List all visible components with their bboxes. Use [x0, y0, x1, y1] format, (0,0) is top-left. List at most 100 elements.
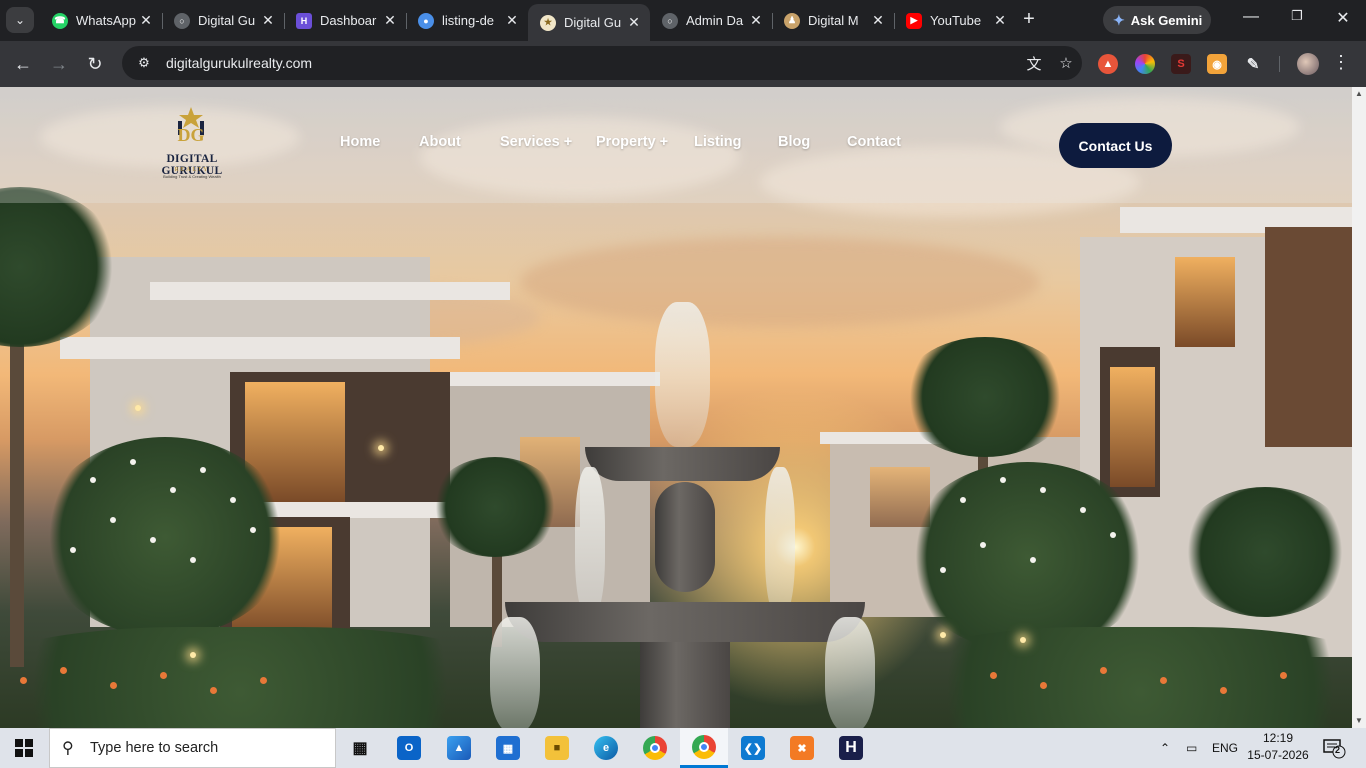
url-text[interactable]: digitalgurukulrealty.com	[166, 55, 1018, 71]
gemini-sparkle-icon: ✦	[1113, 11, 1125, 28]
nav-services[interactable]: Services +	[500, 134, 572, 150]
tab-digital-gurukul-active[interactable]: ★ Digital Gu ✕	[528, 4, 650, 41]
new-tab-button[interactable]: +	[1018, 9, 1040, 31]
arrow-right-icon: →	[50, 54, 68, 74]
taskbar-store[interactable]: ▦	[484, 728, 532, 768]
ask-gemini-button[interactable]: ✦ Ask Gemini	[1103, 6, 1211, 34]
tab-search-button[interactable]: ⌄	[6, 7, 34, 33]
windows-logo-icon	[15, 739, 33, 757]
close-icon[interactable]: ✕	[870, 12, 886, 29]
profile-avatar[interactable]	[1297, 53, 1319, 75]
taskbar-chrome[interactable]	[631, 728, 679, 768]
site-header: DG DIGITAL GURUKUL REALTY Building Trust…	[0, 87, 1352, 203]
h-app-icon: H	[839, 736, 863, 760]
language-indicator[interactable]: ENG	[1212, 728, 1240, 768]
tab-youtube[interactable]: ▶ YouTube ✕	[894, 4, 1016, 37]
notification-icon	[1323, 739, 1346, 759]
folder-icon: ■	[545, 736, 569, 760]
listing-icon: ●	[418, 12, 434, 29]
nav-property[interactable]: Property +	[596, 134, 668, 150]
chevron-down-icon: ⌄	[14, 13, 26, 27]
close-icon[interactable]: ✕	[748, 12, 764, 29]
close-window-button[interactable]: ✕	[1323, 8, 1363, 28]
extension-color-picker-icon[interactable]	[1135, 54, 1155, 74]
vscode-icon: ❮❯	[741, 736, 765, 760]
tab-digital-gurukul-1[interactable]: ○ Digital Gu ✕	[162, 4, 284, 37]
h-logo-icon: H	[296, 12, 312, 29]
nav-blog[interactable]: Blog	[778, 134, 810, 150]
page-scrollbar[interactable]: ▲ ▼	[1352, 87, 1366, 728]
tab-admin-dashboard[interactable]: ○ Admin Da ✕	[650, 4, 772, 37]
taskbar-file-explorer[interactable]: ■	[533, 728, 581, 768]
forward-button[interactable]: →	[47, 52, 71, 76]
restore-icon: ❐	[1291, 8, 1303, 23]
tab-dashboard[interactable]: H Dashboar ✕	[284, 4, 406, 37]
photos-icon: ▲	[447, 736, 471, 760]
reload-button[interactable]: ↻	[83, 52, 107, 76]
taskbar-h-app[interactable]: H	[827, 728, 875, 768]
close-icon[interactable]: ✕	[992, 12, 1008, 29]
address-bar[interactable]: ⚙ digitalgurukulrealty.com 文 ☆	[122, 46, 1082, 80]
taskbar-chrome-profile[interactable]	[680, 728, 728, 768]
taskbar-edge[interactable]: e	[582, 728, 630, 768]
extension-seo-icon[interactable]: S	[1171, 54, 1191, 74]
tab-title: Digital M	[808, 13, 859, 28]
taskbar-search-box[interactable]: ⚲ Type here to search	[49, 728, 336, 768]
outlook-icon: O	[397, 736, 421, 760]
globe-icon: ○	[174, 12, 190, 29]
close-icon[interactable]: ✕	[626, 14, 642, 31]
close-icon[interactable]: ✕	[260, 12, 276, 29]
xampp-icon: ✖	[790, 736, 814, 760]
more-menu-icon[interactable]: ⋮	[1332, 52, 1350, 73]
notification-center-button[interactable]: 2	[1322, 737, 1346, 759]
taskbar-photos[interactable]: ▲	[435, 728, 483, 768]
extension-orange-icon[interactable]: ◉	[1207, 54, 1227, 74]
logo-subtitle: REALTY	[174, 167, 210, 173]
search-placeholder: Type here to search	[90, 740, 219, 756]
tab-listing[interactable]: ● listing-de ✕	[406, 4, 528, 37]
tray-overflow-chevron-icon[interactable]: ⌃	[1160, 728, 1180, 768]
task-view-icon: ▦	[352, 740, 368, 757]
extensions-puzzle-icon[interactable]: ✎	[1243, 54, 1263, 74]
chrome-icon	[643, 736, 667, 760]
youtube-icon: ▶	[906, 12, 922, 29]
extension-fire-icon[interactable]: ▲	[1098, 54, 1118, 74]
scroll-down-arrow-icon[interactable]: ▼	[1352, 714, 1366, 728]
scroll-up-arrow-icon[interactable]: ▲	[1352, 87, 1366, 101]
browser-toolbar: ← → ↻ ⚙ digitalgurukulrealty.com 文 ☆ ▲ S…	[0, 41, 1366, 87]
chrome-profile-icon	[692, 734, 716, 759]
tab-digital-marketing[interactable]: ♟ Digital M ✕	[772, 4, 894, 37]
close-icon[interactable]: ✕	[382, 12, 398, 29]
tab-title: Digital Gu	[564, 15, 622, 30]
site-info-icon[interactable]: ⚙	[134, 55, 154, 71]
taskbar-vscode[interactable]: ❮❯	[729, 728, 777, 768]
restore-button[interactable]: ❐	[1277, 8, 1317, 24]
nav-contact[interactable]: Contact	[847, 134, 901, 150]
start-button[interactable]	[0, 728, 48, 768]
tab-title: Admin Da	[686, 13, 744, 28]
taskbar-xampp[interactable]: ✖	[778, 728, 826, 768]
tab-title: Digital Gu	[198, 13, 256, 28]
globe-icon: ○	[662, 12, 678, 29]
contact-us-button[interactable]: Contact Us	[1059, 123, 1172, 168]
search-icon: ⚲	[62, 740, 74, 757]
minimize-button[interactable]: —	[1231, 8, 1271, 26]
nav-listing[interactable]: Listing	[694, 134, 742, 150]
site-logo[interactable]: DG DIGITAL GURUKUL REALTY Building Trust…	[140, 103, 244, 183]
minimize-icon: —	[1243, 8, 1259, 25]
nav-home[interactable]: Home	[340, 134, 380, 150]
reload-icon: ↻	[87, 54, 103, 74]
tab-whatsapp[interactable]: ☎ WhatsApp ✕	[40, 4, 162, 37]
close-icon[interactable]: ✕	[138, 12, 154, 29]
battery-icon[interactable]: ▭	[1186, 728, 1206, 768]
taskbar-clock[interactable]: 12:19 15-07-2026	[1246, 730, 1310, 764]
svg-text:DG: DG	[178, 125, 205, 145]
back-button[interactable]: ←	[11, 52, 35, 76]
close-icon[interactable]: ✕	[504, 12, 520, 29]
bookmark-star-icon[interactable]: ☆	[1050, 54, 1082, 72]
task-view-button[interactable]: ▦	[336, 728, 384, 768]
translate-icon[interactable]: 文	[1018, 53, 1050, 74]
edge-icon: e	[594, 736, 618, 760]
nav-about[interactable]: About	[419, 134, 461, 150]
taskbar-outlook[interactable]: O	[385, 728, 433, 768]
